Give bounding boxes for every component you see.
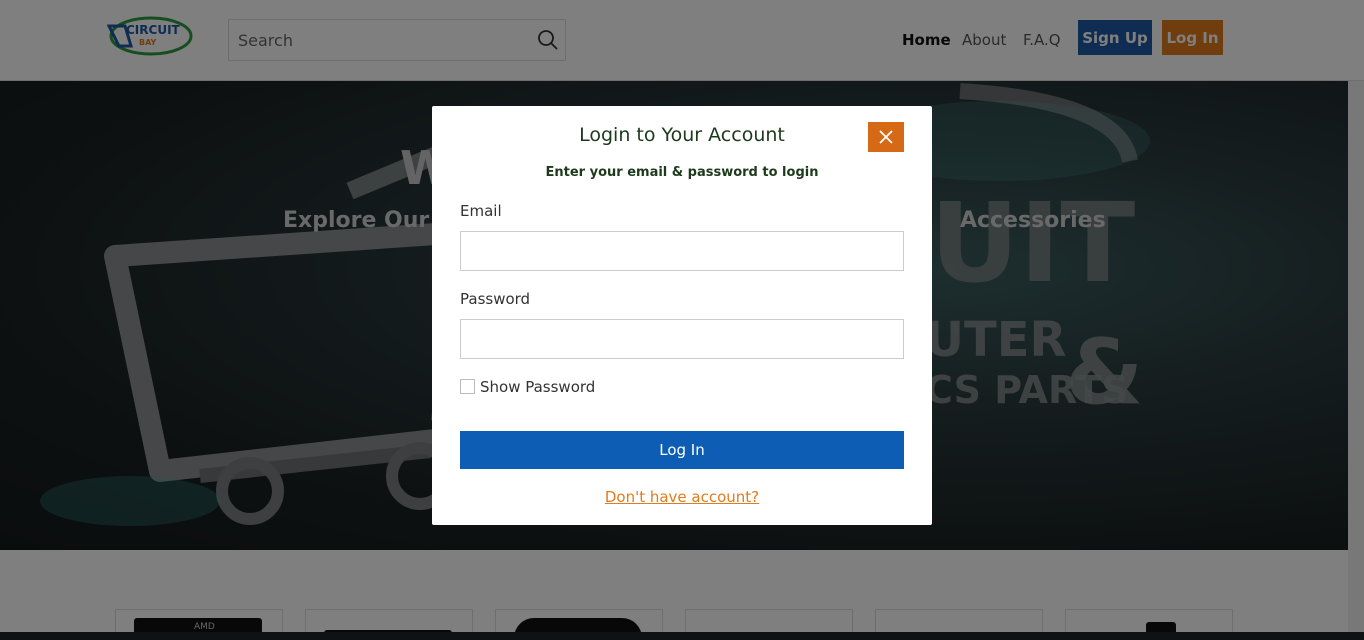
close-button[interactable] — [868, 122, 904, 152]
modal-subtitle: Enter your email & password to login — [545, 165, 819, 180]
password-field[interactable] — [460, 319, 904, 359]
modal-title: Login to Your Account — [579, 124, 785, 146]
email-field[interactable] — [460, 231, 904, 271]
register-link[interactable]: Don't have account? — [432, 488, 932, 506]
show-password-checkbox[interactable] — [460, 379, 475, 394]
email-label: Email — [460, 202, 502, 220]
login-submit-button[interactable]: Log In — [460, 431, 904, 469]
show-password-label[interactable]: Show Password — [480, 378, 595, 396]
password-label: Password — [460, 290, 531, 308]
login-modal: Login to Your Account Enter your email &… — [432, 106, 932, 525]
close-icon — [879, 130, 893, 144]
